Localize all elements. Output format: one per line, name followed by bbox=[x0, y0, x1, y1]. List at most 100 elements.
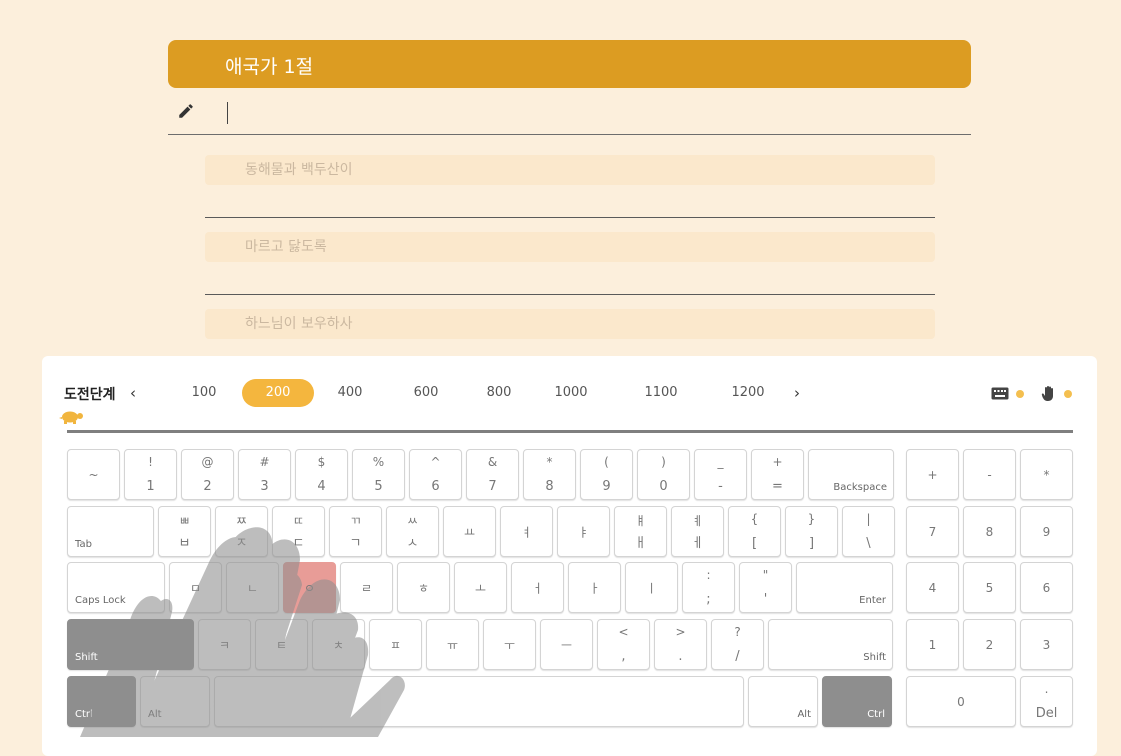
line-text: 마르고 닳도록 bbox=[205, 232, 935, 262]
key-sym2-0[interactable]: <, bbox=[597, 619, 650, 670]
key-9[interactable]: (9 bbox=[580, 449, 633, 500]
key-ㅕ[interactable]: ㅕ bbox=[500, 506, 553, 557]
numpad-key-4[interactable]: 4 bbox=[906, 562, 959, 613]
key-char: ㅎ bbox=[417, 581, 430, 595]
level-option-1100[interactable]: 1100 bbox=[637, 379, 685, 407]
numpad-key-*[interactable]: * bbox=[1020, 449, 1073, 500]
key-char: ' bbox=[763, 592, 768, 607]
key-0[interactable]: ) 0 bbox=[637, 449, 690, 500]
key-tilde[interactable]: ~ bbox=[67, 449, 120, 500]
key-=[interactable]: + = bbox=[751, 449, 804, 500]
numpad-key-7[interactable]: 7 bbox=[906, 506, 959, 557]
hand-icon[interactable] bbox=[1041, 385, 1057, 402]
key-enter[interactable]: Enter bbox=[796, 562, 893, 613]
key-5[interactable]: % 5 bbox=[352, 449, 405, 500]
numpad-key-8[interactable]: 8 bbox=[963, 506, 1016, 557]
chevron-right-icon[interactable]: › bbox=[794, 384, 800, 402]
key-ㅐ[interactable]: ㅒㅐ bbox=[614, 506, 667, 557]
chevron-left-icon[interactable]: ‹ bbox=[130, 384, 136, 402]
key-char: 0 bbox=[957, 694, 965, 709]
key-ㄹ[interactable]: ㄹ bbox=[340, 562, 393, 613]
key-ㅑ[interactable]: ㅑ bbox=[557, 506, 610, 557]
numpad-key--[interactable]: - bbox=[963, 449, 1016, 500]
numpad-key-+[interactable]: + bbox=[906, 449, 959, 500]
key-char: ㅛ bbox=[463, 525, 476, 539]
key-ctrl-left[interactable]: Ctrl bbox=[67, 676, 136, 727]
key-tab[interactable]: Tab bbox=[67, 506, 154, 557]
key-alt-right[interactable]: Alt bbox=[748, 676, 818, 727]
key-char: ㅓ bbox=[531, 581, 544, 595]
key-6[interactable]: ^ 6 bbox=[409, 449, 462, 500]
key-shift-right[interactable]: Shift bbox=[768, 619, 893, 670]
level-option-400[interactable]: 400 bbox=[325, 379, 375, 407]
numpad-key-0[interactable]: 0 bbox=[906, 676, 1016, 727]
level-option-100[interactable]: 100 bbox=[185, 379, 223, 407]
key-ㅁ[interactable]: ㅁ bbox=[169, 562, 222, 613]
key-3[interactable]: #3 bbox=[238, 449, 291, 500]
key-ㅡ[interactable]: ㅡ bbox=[540, 619, 593, 670]
level-option-600[interactable]: 600 bbox=[400, 379, 452, 407]
key-alt-left[interactable]: Alt bbox=[140, 676, 210, 727]
level-option-800[interactable]: 800 bbox=[473, 379, 525, 407]
key-ㅣ[interactable]: ㅣ bbox=[625, 562, 678, 613]
key-shift-left[interactable]: Shift bbox=[67, 619, 194, 670]
key-ㅎ[interactable]: ㅎ bbox=[397, 562, 450, 613]
key--[interactable]: _ - bbox=[694, 449, 747, 500]
key-sym-1[interactable]: " ' bbox=[739, 562, 792, 613]
line-divider bbox=[205, 217, 935, 218]
key-ㅈ[interactable]: ㅉㅈ bbox=[215, 506, 268, 557]
key-label: Backspace bbox=[833, 482, 887, 493]
numpad-key-3[interactable]: 3 bbox=[1020, 619, 1073, 670]
key-label: Alt bbox=[148, 709, 162, 720]
key-ㅗ[interactable]: ㅗ bbox=[454, 562, 507, 613]
numpad-key-2[interactable]: 2 bbox=[963, 619, 1016, 670]
key-\[interactable]: | \ bbox=[842, 506, 895, 557]
key-ㅍ[interactable]: ㅍ bbox=[369, 619, 422, 670]
numpad-key-del[interactable]: . Del bbox=[1020, 676, 1073, 727]
key-4[interactable]: $4 bbox=[295, 449, 348, 500]
key-ㅜ[interactable]: ㅜ bbox=[483, 619, 536, 670]
key-capslock[interactable]: Caps Lock bbox=[67, 562, 165, 613]
key-ㄴ[interactable]: ㄴ bbox=[226, 562, 279, 613]
numpad-key-5[interactable]: 5 bbox=[963, 562, 1016, 613]
key-char: 5 bbox=[985, 580, 994, 595]
key-sym2-1[interactable]: >. bbox=[654, 619, 707, 670]
key-ㅋ[interactable]: ㅋ bbox=[198, 619, 251, 670]
key-[[interactable]: {[ bbox=[728, 506, 781, 557]
key-2[interactable]: @2 bbox=[181, 449, 234, 500]
key-label: Enter bbox=[859, 595, 886, 606]
numpad-key-1[interactable]: 1 bbox=[906, 619, 959, 670]
key-ㄷ[interactable]: ㄸㄷ bbox=[272, 506, 325, 557]
keyboard-icon[interactable] bbox=[991, 387, 1009, 400]
key-ㅂ[interactable]: ㅃㅂ bbox=[158, 506, 211, 557]
key-char: ㅋ bbox=[218, 638, 231, 652]
key-1[interactable]: ! 1 bbox=[124, 449, 177, 500]
level-option-1200[interactable]: 1200 bbox=[722, 379, 774, 407]
key-ㅅ[interactable]: ㅆㅅ bbox=[386, 506, 439, 557]
key-ㅌ[interactable]: ㅌ bbox=[255, 619, 308, 670]
level-option-200[interactable]: 200 bbox=[242, 379, 314, 407]
key-ㅠ[interactable]: ㅠ bbox=[426, 619, 479, 670]
key-sym2-2[interactable]: ? / bbox=[711, 619, 764, 670]
key-][interactable]: }] bbox=[785, 506, 838, 557]
key-ㅏ[interactable]: ㅏ bbox=[568, 562, 621, 613]
key-ㅔ[interactable]: ㅖㅔ bbox=[671, 506, 724, 557]
key-space[interactable] bbox=[214, 676, 744, 727]
numpad-key-9[interactable]: 9 bbox=[1020, 506, 1073, 557]
key-ctrl-right[interactable]: Ctrl bbox=[822, 676, 892, 727]
typing-input-row[interactable] bbox=[168, 96, 971, 135]
key-ㅓ[interactable]: ㅓ bbox=[511, 562, 564, 613]
key-sym-0[interactable]: :; bbox=[682, 562, 735, 613]
key-char: = bbox=[772, 479, 783, 494]
key-ㅛ[interactable]: ㅛ bbox=[443, 506, 496, 557]
key-target-ㅇ[interactable]: ㅇ bbox=[283, 562, 336, 613]
key-shift-char: # bbox=[259, 455, 270, 469]
key-ㄱ[interactable]: ㄲㄱ bbox=[329, 506, 382, 557]
key-label: Ctrl bbox=[867, 709, 885, 720]
key-7[interactable]: & 7 bbox=[466, 449, 519, 500]
key-ㅊ[interactable]: ㅊ bbox=[312, 619, 365, 670]
numpad-key-6[interactable]: 6 bbox=[1020, 562, 1073, 613]
key-8[interactable]: * 8 bbox=[523, 449, 576, 500]
key-backspace[interactable]: Backspace bbox=[808, 449, 894, 500]
level-option-1000[interactable]: 1000 bbox=[542, 379, 600, 407]
